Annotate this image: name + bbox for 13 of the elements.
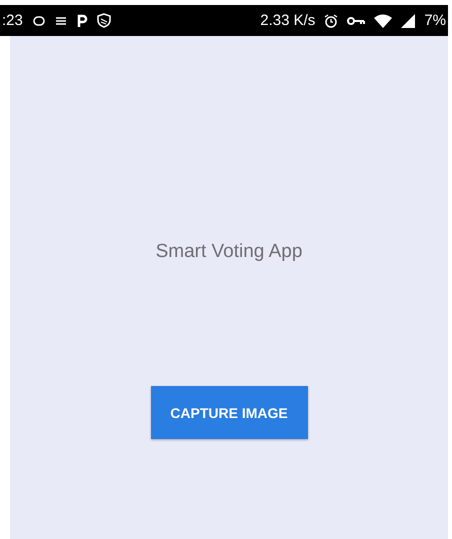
shield-icon [96,13,111,28]
signal-icon [401,14,416,28]
network-speed-text: 2.33 K/s [260,12,316,29]
wifi-icon [374,14,392,28]
parking-icon [76,14,88,28]
lines-icon [54,16,67,26]
clock-text: :23 [2,12,23,29]
capture-image-button[interactable]: CAPTURE IMAGE [150,386,308,439]
notification-icon [32,14,46,26]
battery-text: 7% [424,12,446,29]
key-icon [347,16,366,26]
app-title: Smart Voting App [156,241,302,263]
alarm-icon [324,14,338,28]
